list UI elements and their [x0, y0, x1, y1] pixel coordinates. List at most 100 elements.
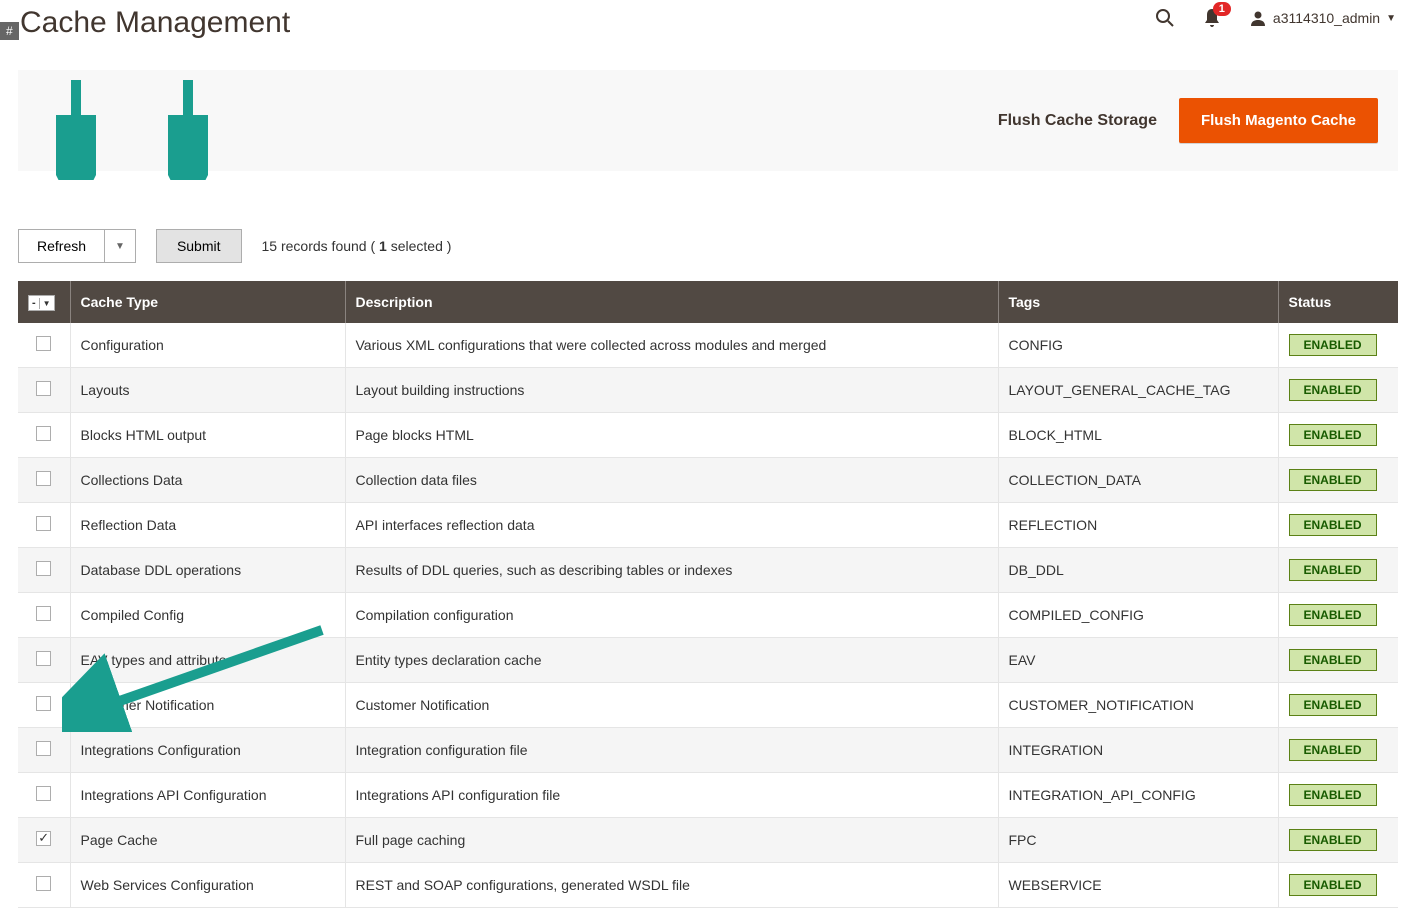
status-cell: ENABLED	[1278, 593, 1398, 638]
caret-down-icon: ▼	[1386, 13, 1396, 24]
cache-type-cell: Integrations Configuration	[70, 728, 345, 773]
table-row[interactable]: Integrations ConfigurationIntegration co…	[18, 728, 1398, 773]
flush-magento-cache-button[interactable]: Flush Magento Cache	[1179, 98, 1378, 143]
cache-type-cell: Integrations API Configuration	[70, 773, 345, 818]
row-checkbox[interactable]	[36, 741, 51, 756]
row-checkbox-cell	[18, 818, 70, 863]
row-checkbox-cell	[18, 863, 70, 908]
table-row[interactable]: Database DDL operationsResults of DDL qu…	[18, 548, 1398, 593]
status-cell: ENABLED	[1278, 638, 1398, 683]
refresh-button[interactable]: Refresh	[19, 230, 104, 262]
table-row[interactable]: Customer NotificationCustomer Notificati…	[18, 683, 1398, 728]
description-cell: Page blocks HTML	[345, 413, 998, 458]
description-cell: Results of DDL queries, such as describi…	[345, 548, 998, 593]
column-header-tags[interactable]: Tags	[998, 281, 1278, 323]
row-checkbox-cell	[18, 503, 70, 548]
row-checkbox[interactable]	[36, 516, 51, 531]
status-badge: ENABLED	[1289, 649, 1377, 671]
status-cell: ENABLED	[1278, 503, 1398, 548]
notification-badge: 1	[1213, 2, 1231, 16]
row-checkbox-cell	[18, 458, 70, 503]
description-cell: Compilation configuration	[345, 593, 998, 638]
status-badge: ENABLED	[1289, 469, 1377, 491]
status-badge: ENABLED	[1289, 874, 1377, 896]
status-cell: ENABLED	[1278, 548, 1398, 593]
status-badge: ENABLED	[1289, 379, 1377, 401]
row-checkbox[interactable]	[36, 561, 51, 576]
row-checkbox[interactable]	[36, 651, 51, 666]
cache-type-cell: Collections Data	[70, 458, 345, 503]
tags-cell: CONFIG	[998, 323, 1278, 368]
status-badge: ENABLED	[1289, 829, 1377, 851]
row-checkbox-cell	[18, 323, 70, 368]
table-row[interactable]: Blocks HTML outputPage blocks HTMLBLOCK_…	[18, 413, 1398, 458]
row-checkbox[interactable]	[36, 831, 51, 846]
row-checkbox[interactable]	[36, 471, 51, 486]
notifications-button[interactable]: 1	[1203, 8, 1221, 28]
cache-type-cell: Page Cache	[70, 818, 345, 863]
column-header-description[interactable]: Description	[345, 281, 998, 323]
refresh-dropdown-caret[interactable]: ▼	[104, 230, 135, 262]
table-row[interactable]: Integrations API ConfigurationIntegratio…	[18, 773, 1398, 818]
status-badge: ENABLED	[1289, 784, 1377, 806]
description-cell: Customer Notification	[345, 683, 998, 728]
tags-cell: LAYOUT_GENERAL_CACHE_TAG	[998, 368, 1278, 413]
flush-cache-storage-button[interactable]: Flush Cache Storage	[998, 112, 1157, 130]
description-cell: Integration configuration file	[345, 728, 998, 773]
tags-cell: COMPILED_CONFIG	[998, 593, 1278, 638]
description-cell: Entity types declaration cache	[345, 638, 998, 683]
table-row[interactable]: ConfigurationVarious XML configurations …	[18, 323, 1398, 368]
cache-table: -▼ Cache Type Description Tags Status Co…	[18, 281, 1398, 908]
status-cell: ENABLED	[1278, 728, 1398, 773]
description-cell: Layout building instructions	[345, 368, 998, 413]
row-checkbox[interactable]	[36, 426, 51, 441]
column-header-status[interactable]: Status	[1278, 281, 1398, 323]
description-cell: Integrations API configuration file	[345, 773, 998, 818]
user-icon	[1249, 9, 1267, 27]
table-row[interactable]: Web Services ConfigurationREST and SOAP …	[18, 863, 1398, 908]
cache-type-cell: Web Services Configuration	[70, 863, 345, 908]
cache-type-cell: Layouts	[70, 368, 345, 413]
row-checkbox-cell	[18, 683, 70, 728]
column-header-select: -▼	[18, 281, 70, 323]
description-cell: API interfaces reflection data	[345, 503, 998, 548]
select-all-toggle[interactable]: -▼	[28, 295, 55, 311]
cache-type-cell: Compiled Config	[70, 593, 345, 638]
description-cell: REST and SOAP configurations, generated …	[345, 863, 998, 908]
table-row[interactable]: Reflection DataAPI interfaces reflection…	[18, 503, 1398, 548]
row-checkbox[interactable]	[36, 696, 51, 711]
cache-type-cell: Customer Notification	[70, 683, 345, 728]
table-row[interactable]: EAV types and attributesEntity types dec…	[18, 638, 1398, 683]
table-row[interactable]: Compiled ConfigCompilation configuration…	[18, 593, 1398, 638]
table-row[interactable]: Page CacheFull page cachingFPCENABLED	[18, 818, 1398, 863]
tags-cell: INTEGRATION	[998, 728, 1278, 773]
row-checkbox-cell	[18, 548, 70, 593]
table-row[interactable]: Collections DataCollection data filesCOL…	[18, 458, 1398, 503]
status-badge: ENABLED	[1289, 604, 1377, 626]
tags-cell: INTEGRATION_API_CONFIG	[998, 773, 1278, 818]
table-row[interactable]: LayoutsLayout building instructionsLAYOU…	[18, 368, 1398, 413]
row-checkbox-cell	[18, 773, 70, 818]
row-checkbox[interactable]	[36, 336, 51, 351]
tags-cell: COLLECTION_DATA	[998, 458, 1278, 503]
row-checkbox-cell	[18, 728, 70, 773]
cache-type-cell: EAV types and attributes	[70, 638, 345, 683]
column-header-cache-type[interactable]: Cache Type	[70, 281, 345, 323]
row-checkbox[interactable]	[36, 381, 51, 396]
description-cell: Various XML configurations that were col…	[345, 323, 998, 368]
search-icon[interactable]	[1155, 8, 1175, 28]
row-checkbox-cell	[18, 638, 70, 683]
action-toolbar: Flush Cache Storage Flush Magento Cache	[18, 70, 1398, 171]
cache-type-cell: Reflection Data	[70, 503, 345, 548]
status-cell: ENABLED	[1278, 413, 1398, 458]
row-checkbox[interactable]	[36, 786, 51, 801]
status-cell: ENABLED	[1278, 773, 1398, 818]
description-cell: Collection data files	[345, 458, 998, 503]
row-checkbox[interactable]	[36, 606, 51, 621]
row-checkbox[interactable]	[36, 876, 51, 891]
submit-button[interactable]: Submit	[156, 229, 242, 263]
cache-type-cell: Database DDL operations	[70, 548, 345, 593]
cache-type-cell: Blocks HTML output	[70, 413, 345, 458]
user-menu[interactable]: a3114310_admin ▼	[1249, 9, 1396, 27]
refresh-action-select[interactable]: Refresh ▼	[18, 229, 136, 263]
